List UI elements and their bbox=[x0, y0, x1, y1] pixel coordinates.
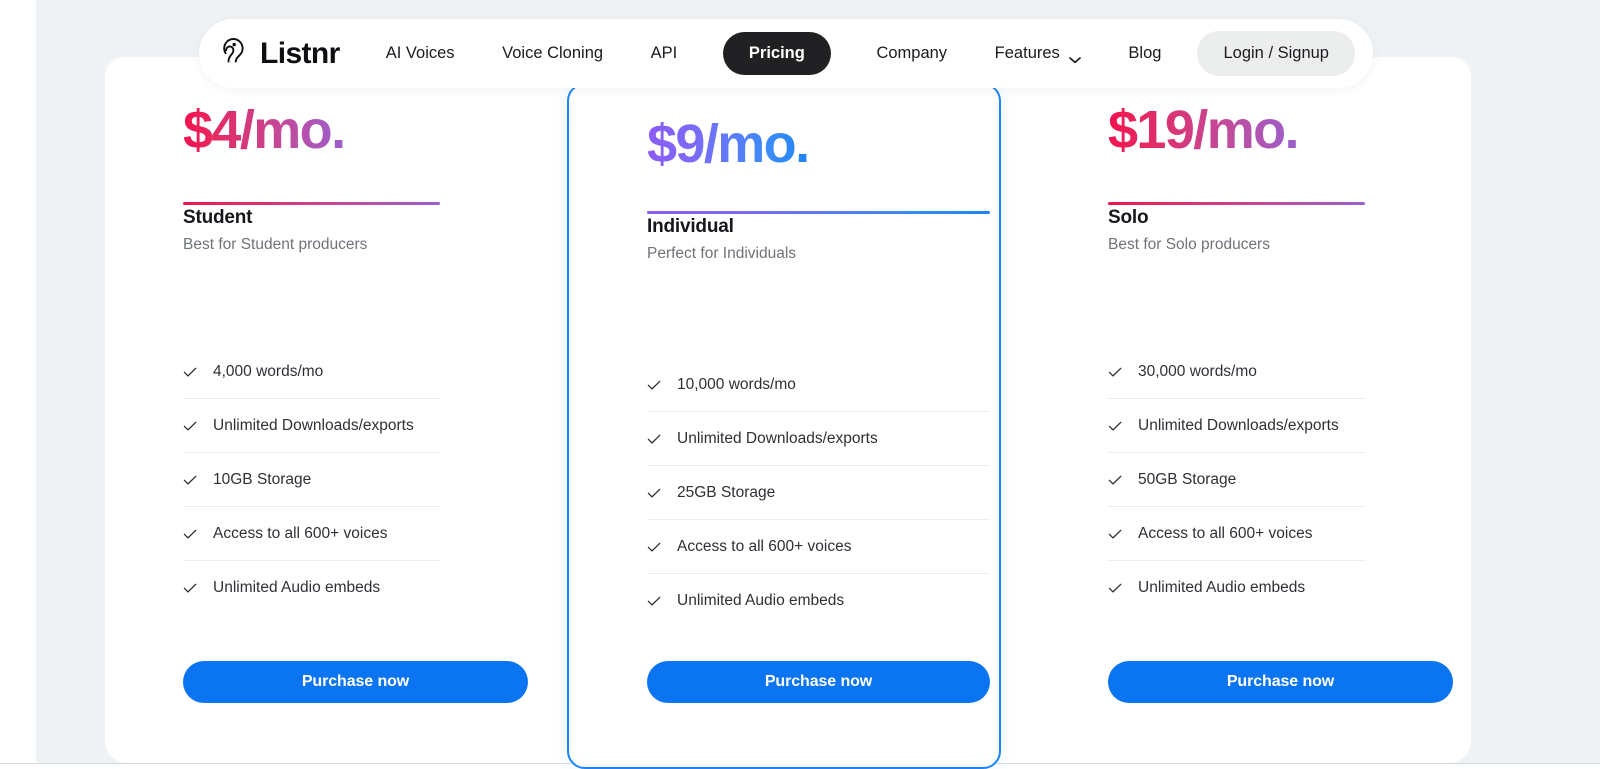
nav-link-blog[interactable]: Blog bbox=[1126, 38, 1163, 69]
list-item: Unlimited Audio embeds bbox=[647, 574, 990, 628]
pricing-card-student: $4/mo. Student Best for Student producer… bbox=[105, 57, 545, 750]
feature-label: Unlimited Audio embeds bbox=[213, 579, 381, 596]
nav-link-voice-cloning[interactable]: Voice Cloning bbox=[500, 38, 605, 69]
nav-link-ai-voices[interactable]: AI Voices bbox=[384, 38, 457, 69]
feature-label: Unlimited Audio embeds bbox=[1138, 579, 1306, 596]
check-icon bbox=[183, 581, 197, 595]
feature-label: 50GB Storage bbox=[1138, 470, 1237, 488]
nav-link-api[interactable]: API bbox=[649, 38, 680, 69]
feature-label: Unlimited Downloads/exports bbox=[1138, 416, 1339, 434]
price-student: $4/mo. bbox=[183, 100, 346, 160]
feature-label: Access to all 600+ voices bbox=[1138, 524, 1313, 542]
list-item: 30,000 words/mo bbox=[1108, 345, 1366, 399]
plan-subtitle-individual: Perfect for Individuals bbox=[647, 245, 797, 262]
check-icon bbox=[647, 432, 661, 446]
check-icon bbox=[1108, 419, 1122, 433]
plan-name-student: Student bbox=[183, 207, 253, 228]
nav-link-features[interactable]: Features bbox=[993, 38, 1083, 69]
check-icon bbox=[1108, 527, 1122, 541]
list-item: Access to all 600+ voices bbox=[1108, 507, 1366, 561]
nav-links: AI Voices Voice Cloning API Pricing Comp… bbox=[384, 32, 1168, 75]
check-icon bbox=[647, 486, 661, 500]
feature-label: 30,000 words/mo bbox=[1138, 362, 1257, 380]
plan-block-solo: Solo Best for Solo producers bbox=[1108, 207, 1270, 254]
plan-name-solo: Solo bbox=[1108, 207, 1149, 228]
nav-link-features-label: Features bbox=[994, 44, 1060, 62]
ear-icon bbox=[219, 35, 251, 72]
check-icon bbox=[183, 527, 197, 541]
plan-subtitle-solo: Best for Solo producers bbox=[1108, 236, 1270, 253]
check-icon bbox=[647, 378, 661, 392]
logo-text: Listnr bbox=[260, 36, 340, 70]
feature-label: Unlimited Downloads/exports bbox=[213, 416, 414, 434]
list-item: Unlimited Audio embeds bbox=[1108, 561, 1366, 615]
plan-name-individual: Individual bbox=[647, 216, 734, 237]
cta-wrap-solo: Purchase now bbox=[1108, 661, 1453, 703]
feature-label: 4,000 words/mo bbox=[213, 362, 324, 380]
check-icon bbox=[1108, 365, 1122, 379]
plan-block-individual: Individual Perfect for Individuals bbox=[647, 216, 796, 263]
feature-label: 10,000 words/mo bbox=[677, 375, 796, 393]
list-item: 10,000 words/mo bbox=[647, 358, 990, 412]
check-icon bbox=[183, 473, 197, 487]
plan-block-student: Student Best for Student producers bbox=[183, 207, 367, 254]
feature-list-solo: 30,000 words/mo Unlimited Downloads/expo… bbox=[1108, 345, 1366, 615]
plan-subtitle-student: Best for Student producers bbox=[183, 236, 368, 253]
purchase-now-button-student[interactable]: Purchase now bbox=[183, 661, 528, 703]
chevron-down-icon bbox=[1068, 50, 1081, 64]
price-divider-individual bbox=[647, 211, 990, 214]
list-item: Unlimited Downloads/exports bbox=[183, 399, 441, 453]
login-signup-button[interactable]: Login / Signup bbox=[1197, 31, 1355, 76]
cta-wrap-individual: Purchase now bbox=[647, 661, 990, 703]
feature-label: Unlimited Audio embeds bbox=[677, 592, 845, 609]
nav-link-pricing[interactable]: Pricing bbox=[722, 32, 831, 75]
pricing-card-solo: $19/mo. Solo Best for Solo producers 30,… bbox=[1030, 57, 1471, 750]
list-item: Access to all 600+ voices bbox=[647, 520, 990, 574]
list-item: 25GB Storage bbox=[647, 466, 990, 520]
feature-list-individual: 10,000 words/mo Unlimited Downloads/expo… bbox=[647, 358, 990, 628]
check-icon bbox=[1108, 581, 1122, 595]
feature-list-student: 4,000 words/mo Unlimited Downloads/expor… bbox=[183, 345, 441, 615]
price-divider-solo bbox=[1108, 202, 1365, 205]
check-icon bbox=[183, 419, 197, 433]
check-icon bbox=[647, 594, 661, 608]
feature-label: Access to all 600+ voices bbox=[677, 537, 852, 555]
feature-label: Unlimited Downloads/exports bbox=[677, 429, 878, 447]
purchase-now-button-solo[interactable]: Purchase now bbox=[1108, 661, 1453, 703]
main-navigation: Listnr AI Voices Voice Cloning API Prici… bbox=[199, 19, 1373, 88]
pricing-card-individual: $9/mo. Individual Perfect for Individual… bbox=[567, 83, 1001, 769]
price-divider-student bbox=[183, 202, 440, 205]
nav-link-company[interactable]: Company bbox=[874, 38, 949, 69]
cta-wrap-student: Purchase now bbox=[183, 661, 528, 703]
feature-label: 10GB Storage bbox=[213, 470, 312, 488]
list-item: Unlimited Downloads/exports bbox=[647, 412, 990, 466]
price-solo: $19/mo. bbox=[1108, 100, 1300, 160]
check-icon bbox=[1108, 473, 1122, 487]
listnr-logo[interactable]: Listnr bbox=[219, 35, 340, 72]
list-item: Unlimited Audio embeds bbox=[183, 561, 441, 615]
list-item: 4,000 words/mo bbox=[183, 345, 441, 399]
check-icon bbox=[647, 540, 661, 554]
purchase-now-button-individual[interactable]: Purchase now bbox=[647, 661, 990, 703]
feature-label: 25GB Storage bbox=[677, 483, 776, 501]
feature-label: Access to all 600+ voices bbox=[213, 524, 388, 542]
check-icon bbox=[183, 365, 197, 379]
price-individual: $9/mo. bbox=[647, 114, 810, 174]
list-item: Unlimited Downloads/exports bbox=[1108, 399, 1366, 453]
list-item: 10GB Storage bbox=[183, 453, 441, 507]
list-item: 50GB Storage bbox=[1108, 453, 1366, 507]
list-item: Access to all 600+ voices bbox=[183, 507, 441, 561]
